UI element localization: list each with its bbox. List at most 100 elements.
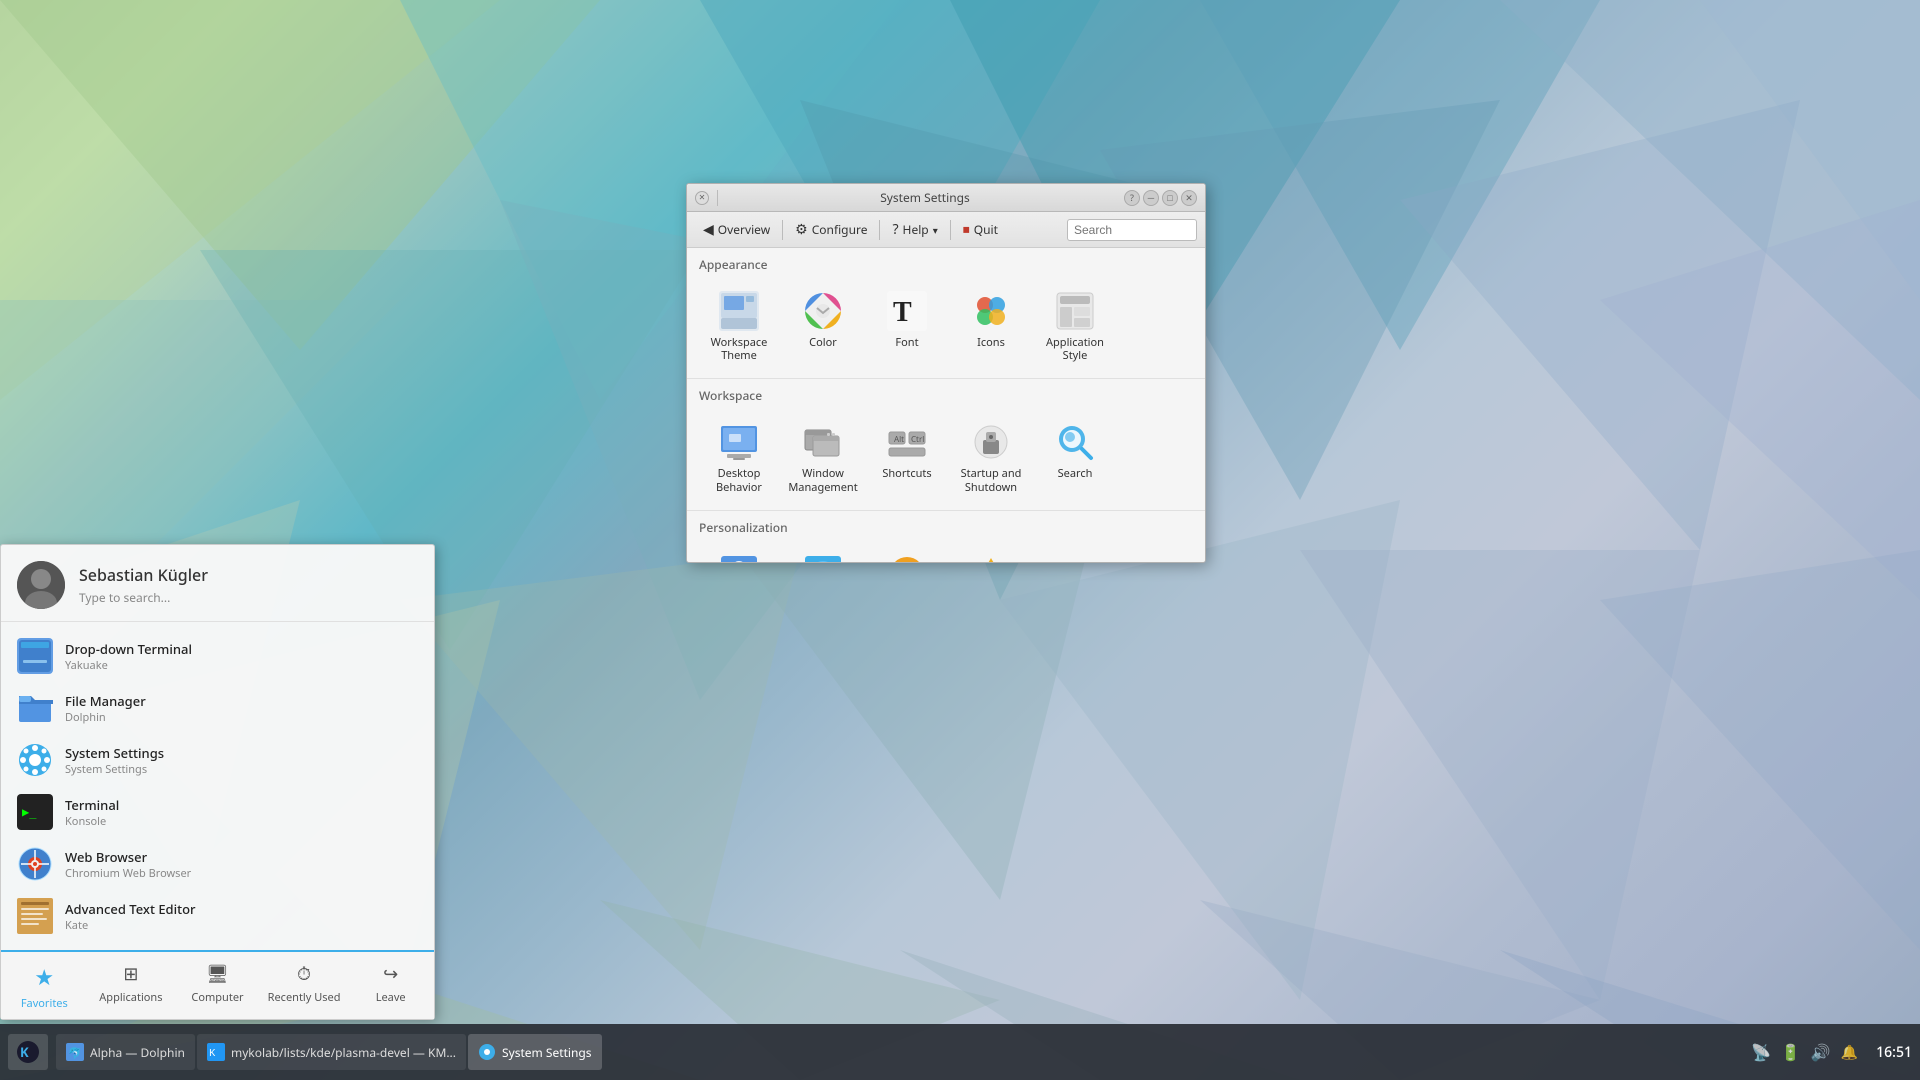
icons-label: Icons — [977, 336, 1005, 349]
svg-text:▶_: ▶_ — [22, 805, 37, 819]
titlebar-separator — [717, 190, 718, 206]
notifications-icon[interactable]: 🔔 — [1841, 1043, 1858, 1062]
kde-logo-icon: K — [16, 1040, 40, 1064]
toolbar-separator-2 — [879, 220, 880, 240]
web-browser-icon — [17, 846, 53, 882]
taskbar-right: 📡 🔋 🔊 🔔 16:51 — [1751, 1041, 1912, 1063]
personalization-icons-grid: AccountDetails 💬 RegionalSettings — [699, 546, 1193, 562]
search-icon — [1055, 422, 1095, 462]
toolbar-overview-btn[interactable]: ◀ Overview — [695, 216, 778, 243]
font-label: Font — [895, 336, 918, 349]
nav-computer[interactable]: 🖥 Computer — [174, 952, 261, 1019]
taskbar-app-mykolab[interactable]: K mykolab/lists/kde/plasma-devel — KM... — [197, 1034, 466, 1070]
battery-icon[interactable]: 🔋 — [1781, 1041, 1801, 1063]
app-info-system-settings: System Settings System Settings — [65, 744, 164, 777]
overview-label: Overview — [718, 221, 770, 238]
avatar — [17, 561, 65, 609]
svg-text:Ctrl: Ctrl — [911, 434, 924, 445]
nav-leave-label: Leave — [376, 990, 406, 1005]
titlebar-maximize-btn[interactable]: □ — [1162, 190, 1178, 206]
nav-favorites[interactable]: ★ Favorites — [1, 950, 88, 1019]
settings-item-regional-settings[interactable]: 💬 RegionalSettings — [783, 546, 863, 562]
app-item-file-manager[interactable]: File Manager Dolphin — [1, 682, 434, 734]
desktop-behavior-icon — [719, 422, 759, 462]
help-dropdown-icon: ▾ — [933, 223, 938, 237]
settings-content: Appearance WorkspaceTheme — [687, 248, 1205, 562]
app-subtitle-terminal: Konsole — [65, 814, 119, 829]
taskbar-app-system-settings[interactable]: System Settings — [468, 1034, 602, 1070]
toolbar-quit-btn[interactable]: ⏹ Quit — [955, 216, 1006, 243]
svg-text:T: T — [893, 297, 912, 328]
settings-item-font[interactable]: T Font — [867, 283, 947, 370]
window-management-label: WindowManagement — [788, 467, 857, 493]
settings-section-appearance: Appearance WorkspaceTheme — [687, 248, 1205, 379]
appearance-icons-grid: WorkspaceTheme — [699, 283, 1193, 370]
nav-favorites-label: Favorites — [21, 996, 68, 1011]
app-item-advanced-text-editor[interactable]: Advanced Text Editor Kate — [1, 890, 434, 942]
toolbar-configure-btn[interactable]: ⚙ Configure — [787, 216, 875, 243]
quit-label: Quit — [974, 221, 998, 238]
toolbar-separator-1 — [782, 220, 783, 240]
system-settings-icon — [17, 742, 53, 778]
workspace-theme-icon — [719, 291, 759, 331]
app-icon-system-settings — [17, 742, 53, 778]
nav-recently-used[interactable]: ⏱ Recently Used — [261, 952, 348, 1019]
volume-icon[interactable]: 🔊 — [1811, 1041, 1831, 1063]
user-info: Sebastian Kügler Type to search... — [79, 564, 208, 606]
settings-titlebar: ✕ System Settings ? ─ □ ✕ — [687, 184, 1205, 212]
settings-item-workspace-theme[interactable]: WorkspaceTheme — [699, 283, 779, 370]
nav-leave[interactable]: ↪ Leave — [347, 952, 434, 1019]
settings-item-color[interactable]: Color — [783, 283, 863, 370]
titlebar-right-buttons: ? ─ □ ✕ — [1124, 190, 1197, 206]
app-item-dropdown-terminal[interactable]: Drop-down Terminal Yakuake — [1, 630, 434, 682]
computer-icon: 🖥 — [206, 962, 229, 986]
window-management-icon — [803, 422, 843, 462]
toolbar-help-btn[interactable]: ? Help ▾ — [884, 216, 945, 243]
app-info-terminal: Terminal Konsole — [65, 796, 119, 829]
applications-icon: ⊞ — [123, 962, 138, 986]
titlebar-minimize-btn[interactable]: ─ — [1143, 190, 1159, 206]
app-item-terminal[interactable]: ▶_ Terminal Konsole — [1, 786, 434, 838]
overview-back-icon: ◀ — [703, 220, 714, 239]
titlebar-help-btn[interactable]: ? — [1124, 190, 1140, 206]
app-subtitle-dropdown-terminal: Yakuake — [65, 658, 192, 673]
taskbar-app-dolphin[interactable]: 🐬 Alpha — Dolphin — [56, 1034, 195, 1070]
icons-icon — [971, 291, 1011, 331]
dolphin-taskbar-label: Alpha — Dolphin — [90, 1044, 185, 1061]
app-icon-dropdown-terminal — [17, 638, 53, 674]
account-details-icon — [719, 554, 759, 562]
settings-item-shortcuts[interactable]: Alt Ctrl Shortcuts — [867, 414, 947, 501]
settings-item-window-management[interactable]: WindowManagement — [783, 414, 863, 501]
launcher-nav: ★ Favorites ⊞ Applications 🖥 Computer ⏱ … — [1, 950, 434, 1019]
settings-item-notification[interactable]: ! Notification — [867, 546, 947, 562]
network-manager-icon[interactable]: 📡 — [1751, 1041, 1771, 1063]
settings-item-applications[interactable]: Applications — [951, 546, 1031, 562]
startup-shutdown-icon — [971, 422, 1011, 462]
application-style-icon — [1055, 291, 1095, 331]
taskbar-apps: 🐬 Alpha — Dolphin K mykolab/lists/kde/pl… — [56, 1034, 1751, 1070]
settings-search-input[interactable] — [1067, 219, 1197, 241]
avatar-image — [17, 561, 65, 609]
app-item-web-browser[interactable]: Web Browser Chromium Web Browser — [1, 838, 434, 890]
app-name-dropdown-terminal: Drop-down Terminal — [65, 640, 192, 658]
workspace-theme-label: WorkspaceTheme — [711, 336, 768, 362]
app-subtitle-advanced-text-editor: Kate — [65, 918, 196, 933]
nav-applications[interactable]: ⊞ Applications — [88, 952, 175, 1019]
settings-item-search[interactable]: Search — [1035, 414, 1115, 501]
svg-text:!: ! — [900, 558, 906, 562]
settings-title: System Settings — [726, 189, 1124, 206]
app-item-system-settings[interactable]: System Settings System Settings — [1, 734, 434, 786]
settings-item-account-details[interactable]: AccountDetails — [699, 546, 779, 562]
shortcuts-icon: Alt Ctrl — [887, 422, 927, 462]
font-icon: T — [887, 291, 927, 331]
settings-item-desktop-behavior[interactable]: DesktopBehavior — [699, 414, 779, 501]
system-clock[interactable]: 16:51 — [1876, 1043, 1912, 1062]
settings-item-startup-shutdown[interactable]: Startup andShutdown — [951, 414, 1031, 501]
titlebar-close-btn[interactable]: ✕ — [695, 191, 709, 205]
settings-item-application-style[interactable]: ApplicationStyle — [1035, 283, 1115, 370]
titlebar-close-btn2[interactable]: ✕ — [1181, 190, 1197, 206]
app-subtitle-system-settings: System Settings — [65, 762, 164, 777]
kde-launcher-button[interactable]: K — [8, 1034, 48, 1070]
app-icon-advanced-text-editor — [17, 898, 53, 934]
settings-item-icons[interactable]: Icons — [951, 283, 1031, 370]
